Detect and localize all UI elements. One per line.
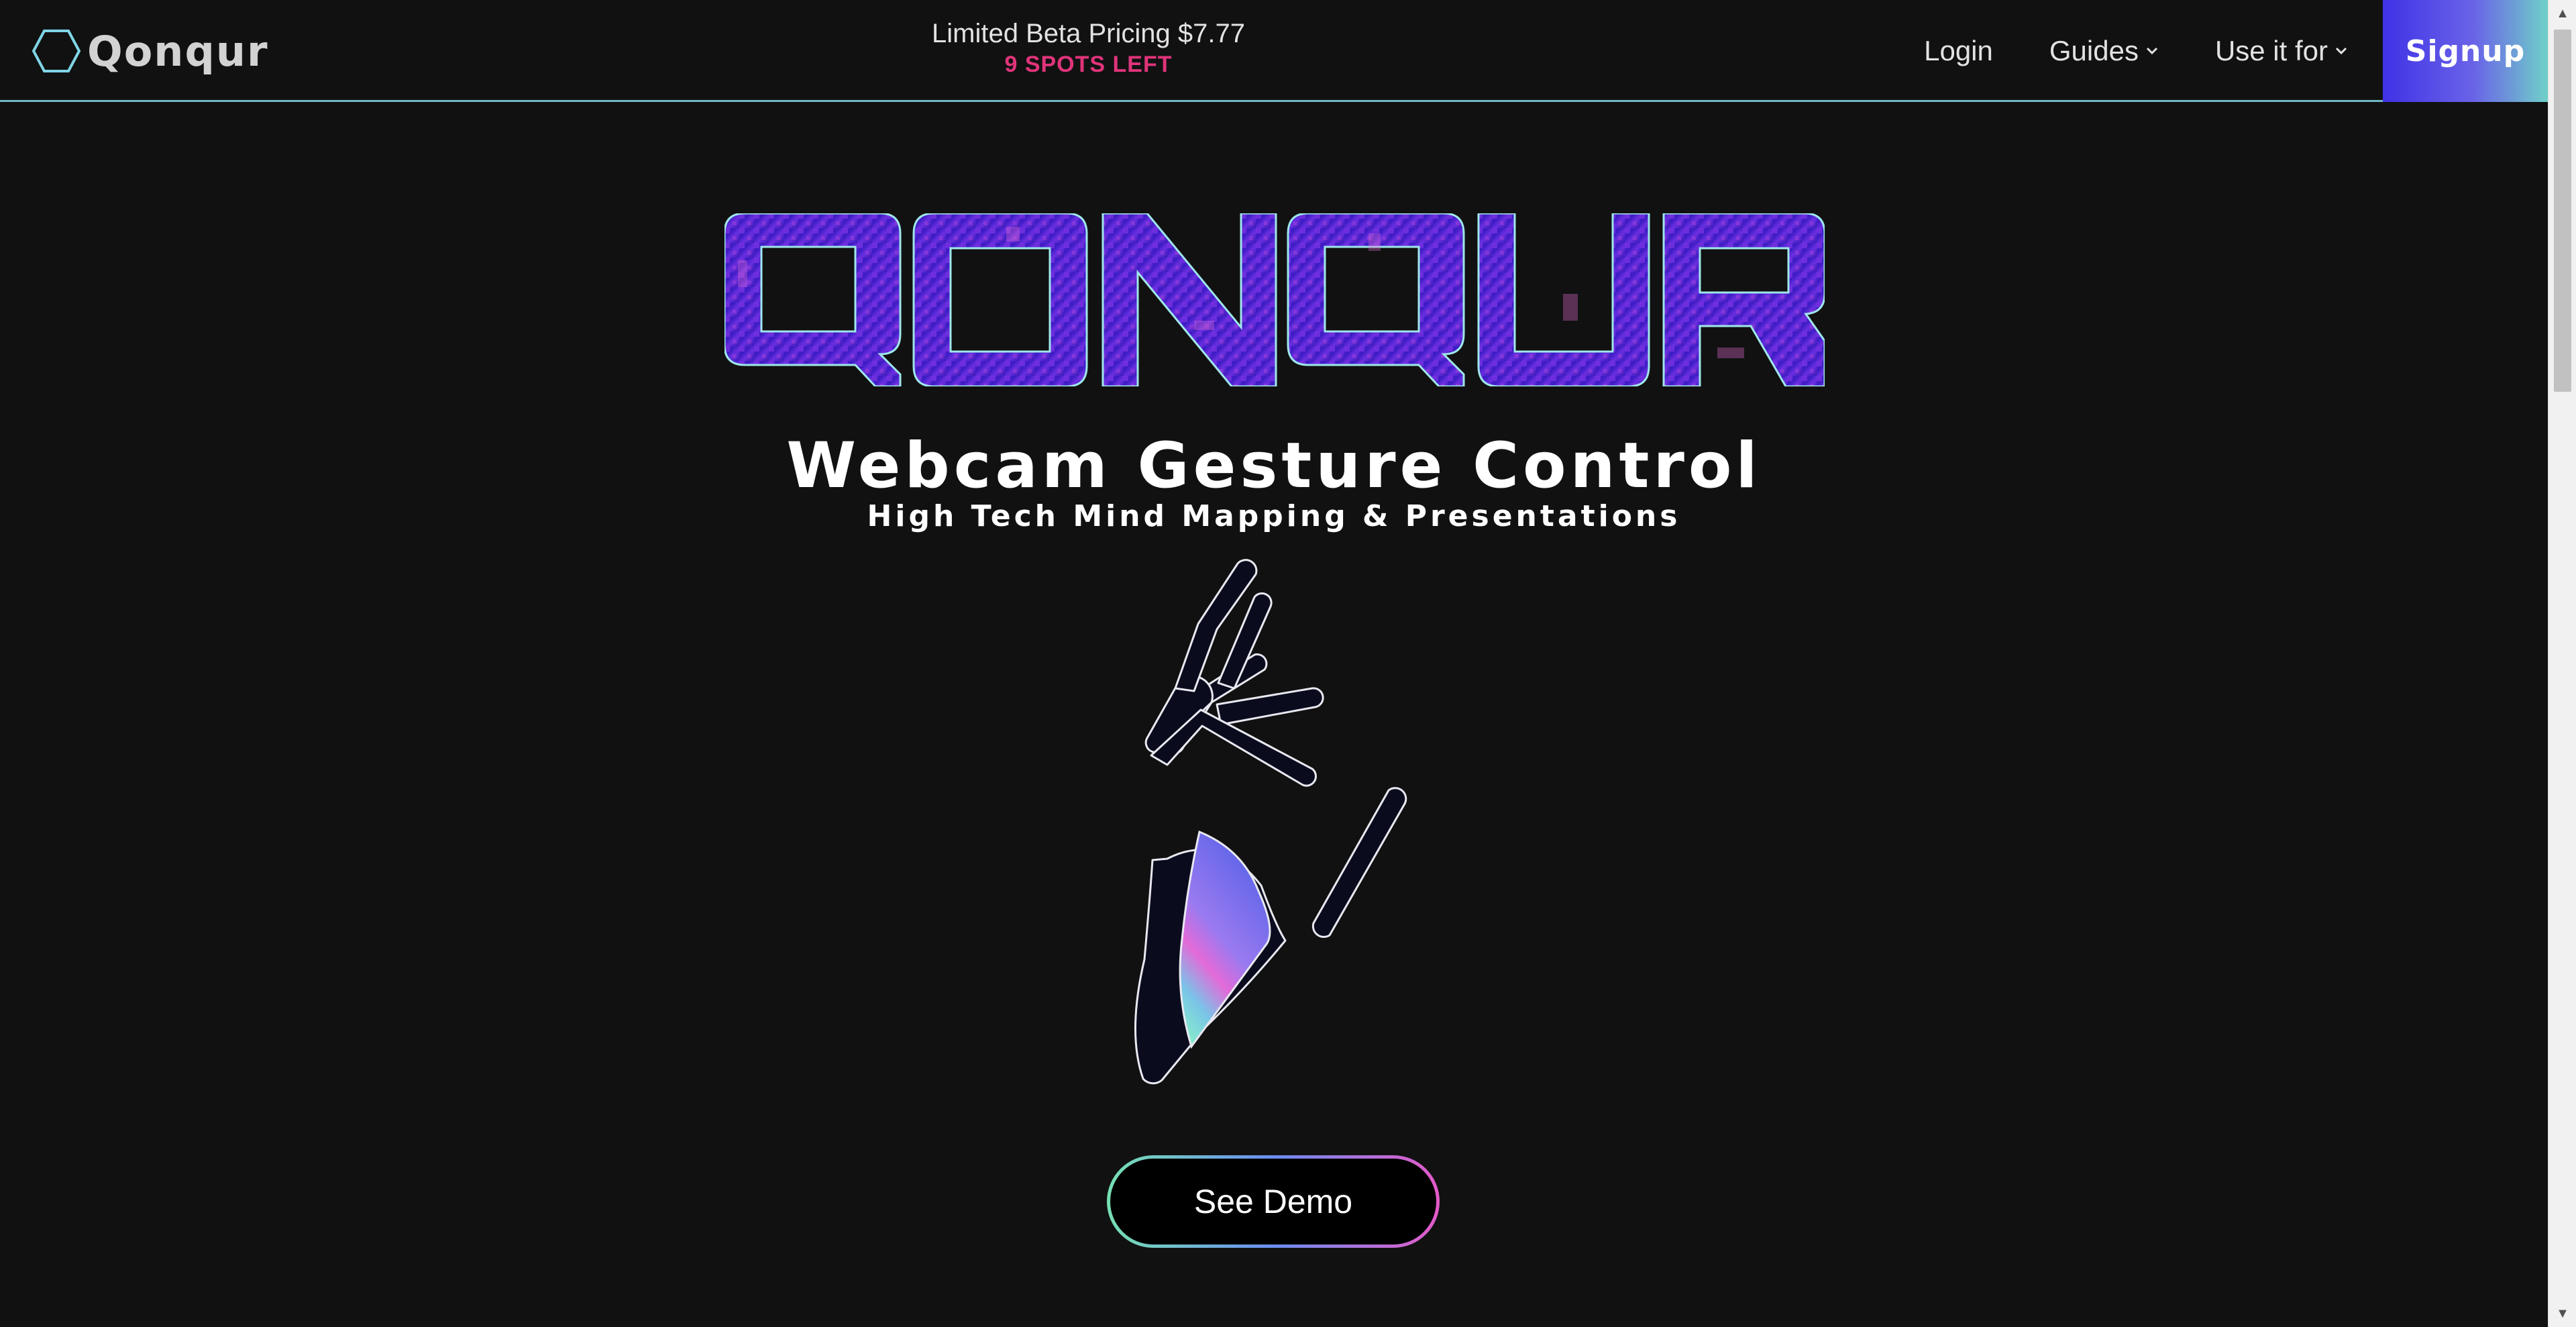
page: Qonqur Limited Beta Pricing $7.77 9 SPOT… bbox=[0, 0, 2576, 1327]
page-scrollbar[interactable]: ▲ ▼ bbox=[2548, 0, 2576, 1327]
top-navbar: Qonqur Limited Beta Pricing $7.77 9 SPOT… bbox=[0, 0, 2548, 102]
hero-subheadline: High Tech Mind Mapping & Presentations bbox=[867, 499, 1681, 533]
logo-letter-o bbox=[912, 213, 1088, 386]
chevron-down-icon bbox=[2146, 47, 2158, 55]
see-demo-label: See Demo bbox=[1110, 1159, 1436, 1244]
beta-pricing-text: Limited Beta Pricing $7.77 bbox=[932, 19, 1245, 48]
use-it-for-label: Use it for bbox=[2214, 35, 2328, 66]
see-demo-button[interactable]: See Demo bbox=[1107, 1155, 1440, 1248]
hand-gesture-icon bbox=[1134, 559, 1407, 1085]
scroll-up-arrow-icon[interactable]: ▲ bbox=[2548, 1, 2576, 25]
signup-button[interactable]: Signup bbox=[2383, 0, 2548, 102]
spots-left-badge: 9 SPOTS LEFT bbox=[1004, 52, 1173, 77]
scroll-down-arrow-icon[interactable]: ▼ bbox=[2548, 1302, 2576, 1326]
use-it-for-dropdown[interactable]: Use it for bbox=[2215, 35, 2348, 67]
nav-menu: Login Guides Use it for Signup bbox=[1924, 0, 2548, 102]
guides-label: Guides bbox=[2049, 35, 2139, 66]
guides-dropdown[interactable]: Guides bbox=[2049, 35, 2159, 67]
login-label: Login bbox=[1924, 35, 1993, 66]
qonqur-hero-wordmark bbox=[724, 213, 1825, 386]
brand-logo-link[interactable]: Qonqur bbox=[32, 26, 269, 76]
logo-letter-n bbox=[1102, 213, 1277, 386]
hexagon-logo-icon bbox=[32, 30, 80, 72]
brand-name: Qonqur bbox=[87, 26, 269, 76]
logo-letter-q bbox=[724, 213, 902, 386]
login-link[interactable]: Login bbox=[1924, 35, 1993, 67]
chevron-down-icon bbox=[2335, 47, 2347, 55]
hero-headline: Webcam Gesture Control bbox=[786, 429, 1762, 502]
logo-letter-r bbox=[1662, 213, 1825, 386]
scrollbar-thumb[interactable] bbox=[2554, 30, 2571, 392]
beta-pricing-banner: Limited Beta Pricing $7.77 9 SPOTS LEFT bbox=[859, 16, 1318, 78]
